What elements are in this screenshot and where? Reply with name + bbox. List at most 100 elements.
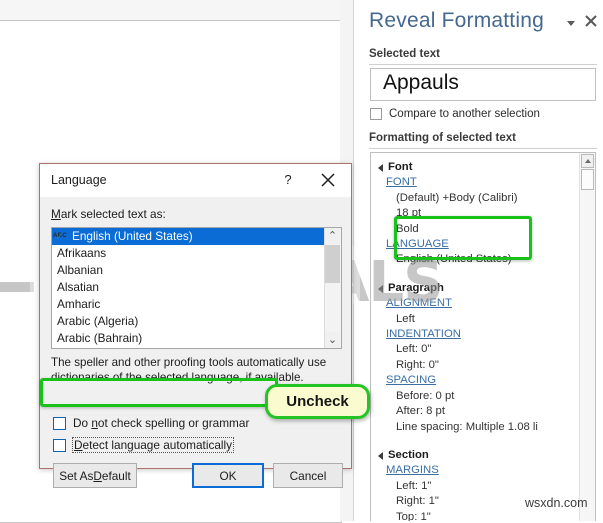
list-item-label: Arabic (Algeria)	[57, 314, 139, 328]
list-item-label: Arabic (Bahrain)	[57, 331, 143, 345]
label-part: Do	[73, 416, 92, 430]
question-mark-icon[interactable]: ?	[279, 171, 297, 189]
speller-note: The speller and other proofing tools aut…	[51, 355, 343, 385]
tree-group-font-label: Font	[388, 161, 413, 173]
tree-link-language[interactable]: LANGUAGE	[386, 237, 573, 252]
compare-checkbox[interactable]	[370, 108, 382, 120]
selected-text-label: Selected text	[369, 48, 440, 60]
compare-checkbox-label: Compare to another selection	[389, 108, 540, 120]
label-part: ot check spelling or grammar	[97, 416, 250, 430]
list-item[interactable]: Afrikaans	[52, 245, 341, 262]
scroll-down-button[interactable]: ⌄	[325, 332, 340, 348]
do-not-check-spelling-row[interactable]: Do not check spelling or grammar	[53, 416, 249, 430]
language-dialog: Language ? Mark selected text as: ABC ✓ E…	[39, 163, 352, 488]
do-not-check-spelling-checkbox[interactable]	[53, 416, 66, 430]
reveal-formatting-pane: Reveal Formatting Selected text Appauls …	[354, 0, 603, 521]
accel-letter: D	[74, 438, 83, 452]
chevron-up-icon: ⌃	[327, 230, 338, 242]
list-item-label: Amharic	[57, 297, 101, 311]
uncheck-callout: Uncheck	[265, 384, 370, 419]
list-item[interactable]: Arabic (Egypt)	[52, 347, 341, 349]
tree-link-alignment[interactable]: ALIGNMENT	[386, 296, 573, 311]
tree-link-margins[interactable]: MARGINS	[386, 463, 573, 478]
dialog-title: Language	[51, 173, 107, 187]
scrollbar-thumb[interactable]	[325, 245, 340, 283]
cancel-button[interactable]: Cancel	[273, 463, 343, 488]
dialog-body: Mark selected text as: ABC ✓ English (Uni…	[40, 197, 351, 488]
language-listbox[interactable]: ABC ✓ English (United States) Afrikaans A…	[51, 227, 342, 349]
tree-group-paragraph[interactable]: Paragraph	[377, 281, 573, 296]
chevron-down-icon[interactable]	[564, 16, 578, 30]
ok-button[interactable]: OK	[192, 463, 264, 488]
tree-value: Left	[396, 312, 415, 325]
tree-link-indentation[interactable]: INDENTATION	[386, 327, 573, 342]
mark-selected-text-label: Mark selected text as:	[51, 207, 166, 221]
tree-value: Top: 1"	[396, 510, 431, 521]
tree-group-paragraph-label: Paragraph	[388, 281, 444, 294]
close-icon[interactable]	[318, 170, 338, 190]
tree-group-font[interactable]: Font	[377, 160, 573, 175]
label-part: etect language automatically	[82, 438, 233, 452]
list-item-label: Albanian	[57, 263, 103, 277]
tree-value: Left: 0"	[396, 343, 432, 356]
list-item[interactable]: Arabic (Algeria)	[52, 313, 341, 330]
formatting-tree: Font FONT (Default) +Body (Calibri) 18 p…	[377, 158, 573, 521]
formatting-tree-scrollbar[interactable]	[579, 153, 595, 521]
list-item[interactable]: Alsatian	[52, 279, 341, 296]
accel-letter: M	[51, 207, 61, 221]
list-item-label: Afrikaans	[57, 246, 107, 260]
scroll-up-button[interactable]: ⌃	[325, 228, 340, 244]
list-item[interactable]: Albanian	[52, 262, 341, 279]
do-not-check-spelling-label: Do not check spelling or grammar	[73, 416, 249, 430]
detect-language-checkbox[interactable]	[53, 438, 66, 452]
list-item-selected[interactable]: ABC ✓ English (United States)	[52, 228, 325, 245]
watermark-bar	[0, 282, 34, 292]
tree-link-spacing[interactable]: SPACING	[386, 373, 573, 388]
formatting-of-selected-text-label: Formatting of selected text	[369, 132, 516, 144]
dialog-title-bar: Language ?	[40, 164, 351, 197]
collapse-triangle-icon[interactable]	[378, 451, 383, 460]
collapse-triangle-icon[interactable]	[378, 163, 383, 172]
close-icon[interactable]	[583, 13, 599, 29]
compare-to-another-selection-row[interactable]: Compare to another selection	[370, 108, 540, 120]
accel-letter: D	[93, 468, 102, 483]
listbox-scrollbar[interactable]: ⌃ ⌄	[324, 228, 341, 348]
tree-value: Bold	[396, 222, 419, 235]
divider	[369, 64, 597, 65]
tree-value: Line spacing: Multiple 1.08 li	[396, 420, 538, 433]
mark-label-rest: ark selected text as:	[60, 207, 166, 221]
list-item-label: English (United States)	[72, 229, 193, 243]
list-item-label: Alsatian	[57, 280, 99, 294]
formatting-tree-box: Font FONT (Default) +Body (Calibri) 18 p…	[370, 152, 596, 521]
divider	[369, 148, 597, 149]
label-part: efault	[101, 468, 131, 483]
site-watermark: wsxdn.com	[525, 496, 588, 510]
collapse-triangle-icon[interactable]	[378, 284, 383, 293]
list-item[interactable]: Amharic	[52, 296, 341, 313]
abc-spellcheck-icon: ABC ✓	[53, 231, 67, 243]
tree-value-language: English (United States)	[396, 253, 512, 266]
label-part: Set As	[59, 468, 94, 483]
scrollbar-thumb[interactable]	[581, 169, 594, 190]
set-as-default-button[interactable]: Set As Default	[53, 463, 137, 488]
arrow-up-icon	[584, 159, 591, 163]
tree-value: Before: 0 pt	[396, 389, 455, 402]
scroll-up-button[interactable]	[581, 154, 594, 168]
chevron-down-icon: ⌄	[327, 334, 338, 346]
selected-text-value: Appauls	[383, 71, 459, 94]
tree-value: After: 8 pt	[396, 405, 445, 418]
list-item-label: Arabic (Egypt)	[57, 348, 132, 349]
tree-link-font[interactable]: FONT	[386, 175, 573, 190]
speller-note-line2: dictionaries of the selected language, i…	[51, 371, 304, 384]
tree-value: 18 pt	[396, 207, 422, 220]
page-title: Reveal Formatting	[369, 9, 544, 32]
tree-value: Left: 1"	[396, 479, 432, 492]
detect-language-row[interactable]: Detect language automatically	[53, 437, 235, 453]
tree-value: Right: 0"	[396, 358, 439, 371]
tree-group-section-label: Section	[388, 448, 429, 461]
list-item[interactable]: Arabic (Bahrain)	[52, 330, 341, 347]
tree-group-section[interactable]: Section	[377, 448, 573, 463]
tree-value: (Default) +Body (Calibri)	[396, 191, 518, 204]
